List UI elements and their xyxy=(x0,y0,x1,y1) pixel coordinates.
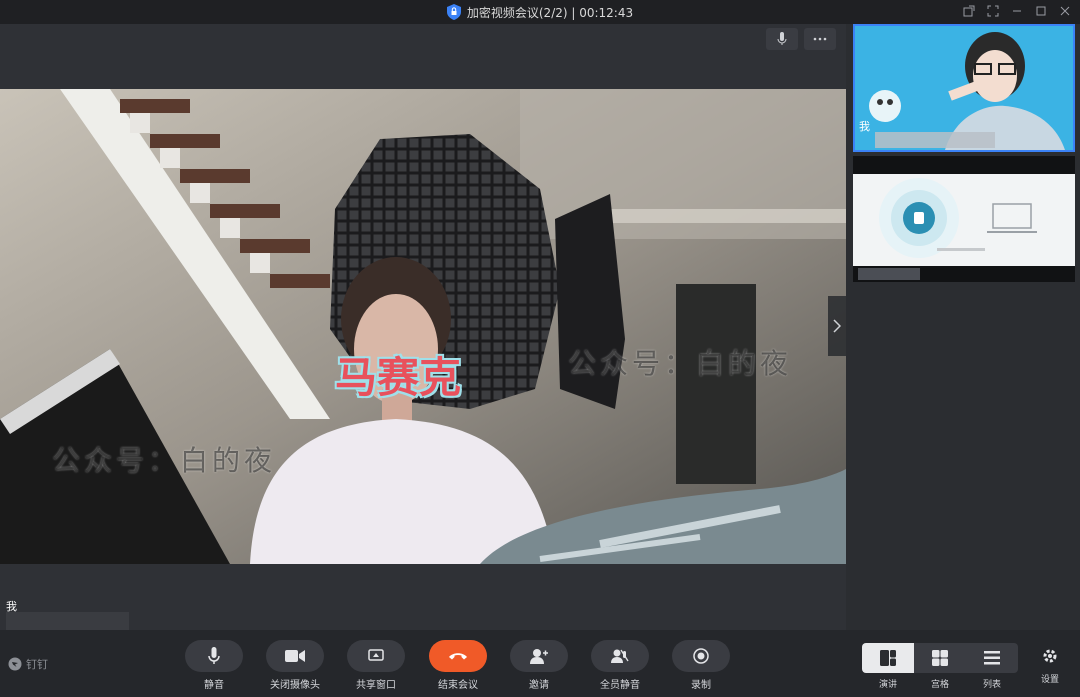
settings-button[interactable]: 设置 xyxy=(1034,648,1066,685)
gear-icon xyxy=(1043,649,1057,663)
minimize-icon[interactable] xyxy=(1010,3,1024,19)
main-stage: 公众号：白的夜 公众号：白的夜 马赛克 我 xyxy=(0,24,846,630)
add-user-icon xyxy=(530,649,548,664)
more-icon xyxy=(813,37,827,41)
close-icon[interactable] xyxy=(1058,3,1072,19)
window-title: 加密视频会议(2/2) | 00:12:43 xyxy=(466,5,634,20)
watermark-bottom: 公众号：白的夜 xyxy=(52,444,277,477)
share-window-label: 共享窗口 xyxy=(356,680,396,691)
screen-share-preview xyxy=(853,174,1075,266)
view-grid-label: 宫格 xyxy=(930,680,949,690)
view-list-label: 列表 xyxy=(982,680,1001,690)
record-icon xyxy=(693,648,709,664)
record-button[interactable]: 录制 xyxy=(666,640,736,691)
participant-thumbnail-screen[interactable] xyxy=(853,156,1075,282)
video-frame xyxy=(0,89,846,564)
grid-layout-icon xyxy=(932,650,948,666)
maximize-icon[interactable] xyxy=(1034,3,1048,19)
mute-label: 静音 xyxy=(204,680,224,691)
microphone-icon xyxy=(777,32,787,45)
stage-more-button[interactable] xyxy=(804,28,836,50)
stage-mic-button[interactable] xyxy=(766,28,798,50)
thumb-self-name-bar xyxy=(875,132,995,148)
speaker-layout-icon xyxy=(880,650,896,666)
watermark-top: 公众号：白的夜 xyxy=(568,347,793,380)
microphone-icon xyxy=(208,647,220,664)
invite-label: 邀请 xyxy=(529,680,549,691)
shield-lock-icon xyxy=(446,4,461,20)
video-camera-icon xyxy=(285,650,305,662)
invite-button[interactable]: 邀请 xyxy=(504,640,574,691)
dingtalk-logo-icon xyxy=(8,657,22,671)
view-speaker-label: 演讲 xyxy=(878,680,897,690)
participant-thumbnail-self[interactable]: 我 xyxy=(853,24,1075,152)
thumb-screen-name-bar xyxy=(858,268,920,280)
title-bar: 加密视频会议(2/2) | 00:12:43 xyxy=(0,0,1080,24)
camera-off-label: 关闭摄像头 xyxy=(270,680,320,691)
mute-all-icon xyxy=(611,649,629,663)
end-meeting-button[interactable]: 结束会议 xyxy=(423,640,493,691)
popout-icon[interactable] xyxy=(962,3,976,19)
participants-panel: 我 xyxy=(846,24,1080,630)
main-video-feed: 公众号：白的夜 公众号：白的夜 马赛克 xyxy=(0,89,846,564)
view-mode-switch xyxy=(862,643,1018,673)
mosaic-caption: 马赛克 xyxy=(335,353,462,402)
mute-button[interactable]: 静音 xyxy=(179,640,249,691)
brand-label: 钉钉 xyxy=(26,658,48,671)
end-meeting-label: 结束会议 xyxy=(438,680,478,691)
chevron-right-icon xyxy=(833,319,841,333)
share-screen-icon xyxy=(368,649,384,661)
next-page-button[interactable] xyxy=(828,296,846,356)
mute-all-button[interactable]: 全员静音 xyxy=(585,640,655,691)
settings-label: 设置 xyxy=(1040,675,1059,685)
bottom-toolbar: 钉钉 静音 关闭摄像头 共享窗口 结束会议 邀请 全员静音 录制 演讲 宫格 列… xyxy=(0,630,1080,697)
dingtalk-brand: 钉钉 xyxy=(8,656,48,672)
hang-up-icon xyxy=(449,653,467,660)
speaker-name-bar xyxy=(6,612,129,630)
mute-all-label: 全员静音 xyxy=(600,680,640,691)
view-list-button[interactable] xyxy=(966,643,1018,673)
view-mode-labels: 演讲 宫格 列表 xyxy=(862,677,1018,690)
fullscreen-icon[interactable] xyxy=(986,3,1000,19)
view-speaker-button[interactable] xyxy=(862,643,914,673)
camera-off-button[interactable]: 关闭摄像头 xyxy=(260,640,330,691)
thumb-self-name: 我 xyxy=(859,120,870,133)
record-label: 录制 xyxy=(691,680,711,691)
view-grid-button[interactable] xyxy=(914,643,966,673)
list-layout-icon xyxy=(984,651,1000,665)
share-window-button[interactable]: 共享窗口 xyxy=(341,640,411,691)
